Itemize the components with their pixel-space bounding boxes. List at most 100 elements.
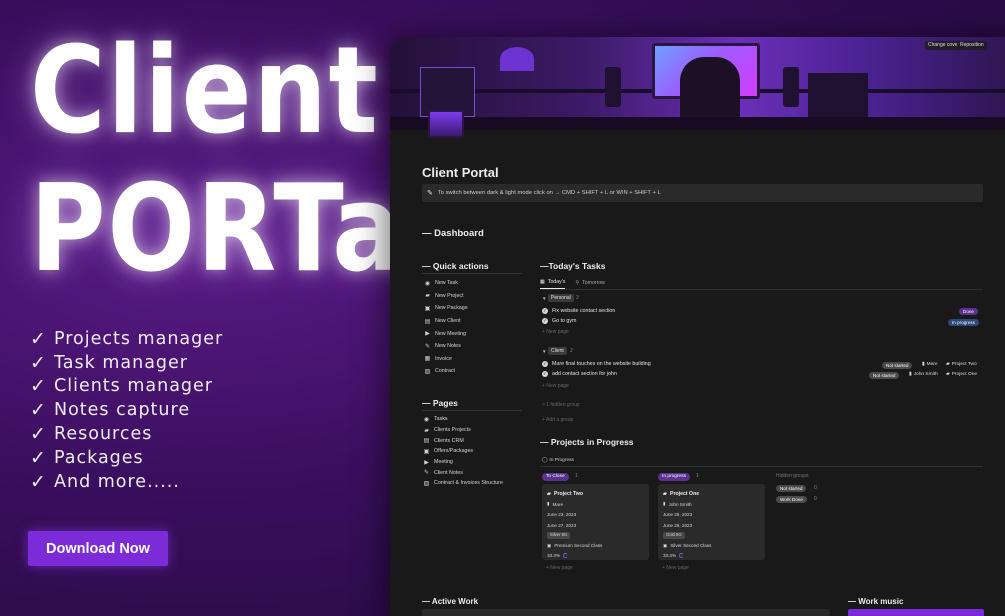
hidden-group-work-done[interactable]: Work Done bbox=[776, 496, 807, 503]
check-icon: ✓ bbox=[30, 399, 47, 422]
download-now-button[interactable]: Download Now bbox=[28, 531, 168, 566]
person-icon: ▮ bbox=[909, 372, 912, 377]
pages-heading: — Pages bbox=[422, 398, 458, 408]
person-icon: ▮ bbox=[922, 362, 925, 367]
project-card[interactable]: ▰ Project Two ▮ Mare June 23, 2023 June 27… bbox=[542, 484, 649, 560]
check-icon: ✓ bbox=[30, 470, 47, 493]
active-work-heading: — Active Work bbox=[422, 597, 479, 606]
page-link-clients-crm[interactable]: ▤ Clients CRM bbox=[423, 435, 503, 446]
new-page-button[interactable]: + New page bbox=[546, 565, 573, 571]
package-icon: ▣ bbox=[423, 448, 430, 455]
feature-item: ✓ Projects manager bbox=[30, 327, 224, 350]
folder-icon: ▰ bbox=[424, 427, 429, 434]
page-title: Client Portal bbox=[422, 165, 499, 180]
collapse-caret-icon[interactable]: ▼ bbox=[542, 349, 546, 354]
new-page-button[interactable]: + New page bbox=[542, 383, 569, 389]
circle-icon: ◯ bbox=[542, 458, 548, 463]
quick-action-new-client[interactable]: ▤ New Client bbox=[424, 315, 468, 328]
column-count: 1 bbox=[575, 473, 578, 479]
board-column-in-progress[interactable]: In progress bbox=[658, 473, 690, 481]
tab-tomorrow[interactable]: ⚲ Tomorrow bbox=[575, 279, 605, 289]
new-page-button[interactable]: + New page bbox=[542, 329, 569, 335]
progress-ring-icon bbox=[679, 553, 685, 559]
hidden-group-toggle[interactable]: > 1 hidden group bbox=[542, 402, 580, 408]
feature-item: ✓ Packages bbox=[30, 446, 144, 469]
check-circle-icon: ◉ bbox=[423, 416, 430, 423]
divider bbox=[422, 410, 522, 411]
package-icon: ▣ bbox=[663, 542, 668, 548]
folder-icon: ▰ bbox=[663, 491, 667, 498]
notion-window: Change cover Reposition Client Portal ✎ … bbox=[390, 37, 1005, 616]
quick-action-new-project[interactable]: ▰ New Project bbox=[424, 290, 468, 303]
person-icon: ⚲ bbox=[575, 279, 580, 286]
group-tag-client[interactable]: Client bbox=[548, 347, 567, 355]
page-link-clients-projects[interactable]: ▰ Clients Projects bbox=[423, 425, 503, 436]
person-icon: ▮ bbox=[547, 501, 550, 507]
divider bbox=[540, 466, 983, 467]
work-music-heading: — Work music bbox=[848, 597, 904, 606]
page-link-client-notes[interactable]: ✎ Client Notes bbox=[423, 467, 503, 478]
reposition-button[interactable]: Reposition bbox=[957, 41, 987, 50]
page-icon[interactable] bbox=[428, 110, 464, 138]
callout: ✎ To switch between dark & light mode cl… bbox=[422, 184, 983, 202]
pages-list: ◉ Tasks ▰ Clients Projects ▤ Clients CRM ▣ O… bbox=[423, 414, 503, 489]
cover-desk bbox=[390, 117, 1005, 130]
column-count: 1 bbox=[696, 473, 699, 479]
page-link-meeting[interactable]: ▶ Meeting bbox=[423, 457, 503, 468]
cover-speaker bbox=[605, 67, 621, 107]
hidden-group-not-started[interactable]: Not started bbox=[776, 485, 807, 492]
assignee[interactable]: ▮ Mare bbox=[922, 362, 938, 367]
page-link-tasks[interactable]: ◉ Tasks bbox=[423, 414, 503, 425]
feature-item: ✓ Resources bbox=[30, 423, 153, 446]
check-circle-icon: ◉ bbox=[424, 280, 431, 287]
collapse-caret-icon[interactable]: ▼ bbox=[542, 296, 546, 301]
quick-action-new-task[interactable]: ◉ New Task bbox=[424, 277, 468, 290]
quick-actions-heading: — Quick actions bbox=[422, 261, 489, 271]
page-link-offers-packages[interactable]: ▣ Offers/Packages bbox=[423, 446, 503, 457]
project-card[interactable]: ▰ Project One ▮ John Smith June 26, 2023 J… bbox=[658, 484, 765, 560]
quick-action-contract[interactable]: ▧ Contract bbox=[424, 365, 468, 378]
project-link[interactable]: ▰ Project Two bbox=[946, 362, 977, 367]
check-circle-icon: ✓ bbox=[542, 308, 548, 314]
quick-action-invoice[interactable]: ▦ Invoice bbox=[424, 353, 468, 366]
magic-wand-icon: ✎ bbox=[427, 190, 433, 197]
check-icon: ✓ bbox=[30, 446, 47, 469]
task-tabs: ▦ Today's ⚲ Tomorrow bbox=[540, 279, 605, 289]
dashboard-heading: — Dashboard bbox=[422, 228, 484, 239]
cover-speaker bbox=[783, 67, 799, 107]
projects-heading: — Projects in Progress bbox=[540, 437, 634, 447]
check-circle-icon: ✓ bbox=[542, 361, 548, 367]
quick-action-new-meeting[interactable]: ▶ New Meeting bbox=[424, 327, 468, 340]
group-tag-personal[interactable]: Personal bbox=[548, 294, 574, 302]
package-chip: Gold 6G bbox=[663, 532, 685, 539]
todays-tasks-heading: —Today's Tasks bbox=[540, 261, 606, 271]
crm-icon: ▤ bbox=[423, 438, 430, 445]
page-link-contract-invoices[interactable]: ▧ Contract & Invoices Structure bbox=[423, 478, 503, 489]
active-work-bar bbox=[422, 609, 830, 616]
feature-item: ✓ Task manager bbox=[30, 351, 188, 374]
add-group-button[interactable]: + Add a group bbox=[542, 417, 573, 423]
work-music-bar[interactable] bbox=[848, 609, 984, 616]
check-icon: ✓ bbox=[30, 327, 47, 350]
view-tab-in-progress[interactable]: ◯ In Progress bbox=[542, 458, 574, 463]
feature-item: ✓ And more..... bbox=[30, 470, 180, 493]
package-chip: Silver 6G bbox=[547, 532, 571, 539]
project-link[interactable]: ▰ Project One bbox=[946, 372, 977, 377]
hidden-group-count: 0 bbox=[814, 496, 817, 502]
quick-action-new-notes[interactable]: ✎ New Notes bbox=[424, 340, 468, 353]
task-row[interactable]: ✓ Fix website contact section bbox=[542, 308, 615, 314]
tab-todays[interactable]: ▦ Today's bbox=[540, 279, 566, 289]
new-page-button[interactable]: + New page bbox=[662, 565, 689, 571]
board-column-to-close[interactable]: To Close bbox=[542, 473, 569, 481]
task-row[interactable]: ✓ Mare final touches on the website build… bbox=[542, 361, 651, 367]
pen-icon: ✎ bbox=[423, 470, 430, 477]
status-badge: Not started bbox=[882, 362, 913, 369]
check-circle-icon: ✓ bbox=[542, 371, 548, 377]
cover-lamp bbox=[500, 47, 534, 71]
task-row[interactable]: ✓ add contact section for john bbox=[542, 371, 617, 377]
quick-action-new-package[interactable]: ▣ New Package bbox=[424, 302, 468, 315]
assignee[interactable]: ▮ John Smith bbox=[909, 372, 938, 377]
folder-icon: ▰ bbox=[425, 293, 430, 300]
task-row[interactable]: ✓ Go to gym bbox=[542, 318, 576, 324]
status-badge: In progress bbox=[948, 319, 979, 326]
